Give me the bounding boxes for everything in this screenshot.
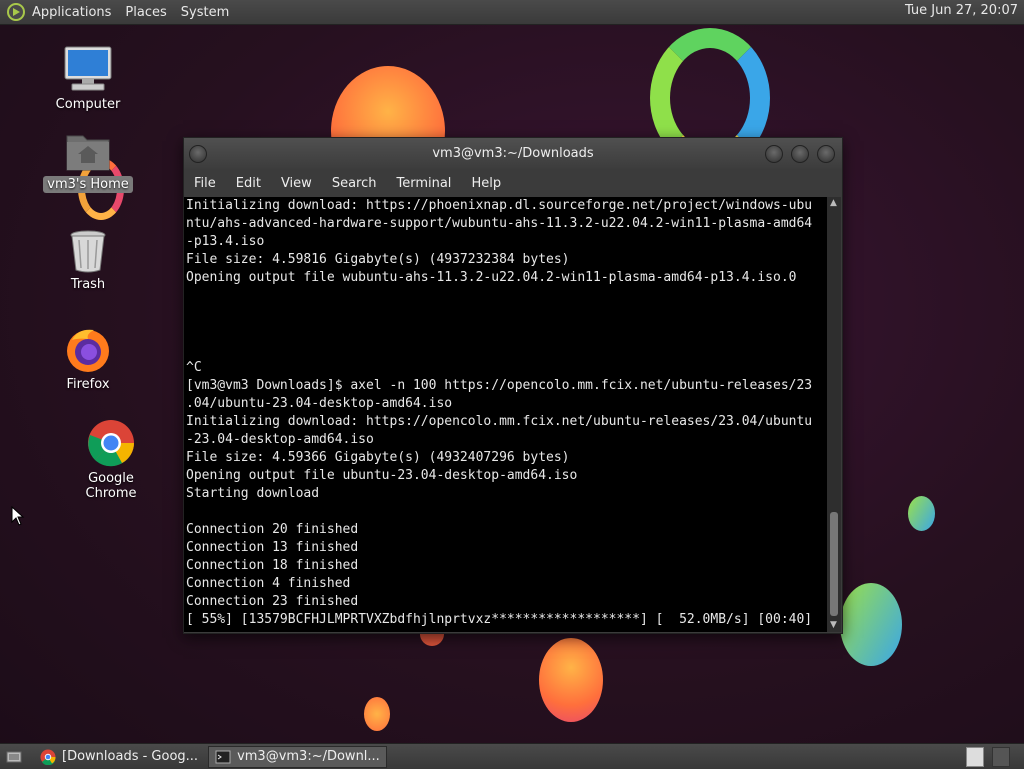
terminal-menubar: File Edit View Search Terminal Help bbox=[184, 169, 842, 197]
task-button-terminal[interactable]: vm3@vm3:~/Downl... bbox=[208, 745, 387, 768]
terminal-line: -p13.4.iso bbox=[186, 234, 265, 249]
terminal-line: Opening output file ubuntu-23.04-desktop… bbox=[186, 468, 578, 483]
menu-edit[interactable]: Edit bbox=[236, 176, 261, 191]
scroll-down-arrow-icon[interactable]: ▼ bbox=[830, 620, 837, 630]
terminal-line: .04/ubuntu-23.04-desktop-amd64.iso bbox=[186, 396, 453, 411]
maximize-button[interactable] bbox=[791, 145, 809, 163]
wallpaper-blob bbox=[539, 638, 603, 722]
desktop-icon-home[interactable]: vm3's Home bbox=[40, 128, 136, 193]
chrome-icon bbox=[88, 420, 134, 467]
trash-icon bbox=[70, 230, 106, 273]
terminal-icon bbox=[215, 750, 231, 763]
top-panel: Applications Places System Tue Jun 27, 2… bbox=[0, 0, 1024, 25]
terminal-line: Starting download bbox=[186, 486, 320, 501]
app-menu-logo-icon[interactable] bbox=[6, 2, 26, 22]
menu-applications[interactable]: Applications bbox=[32, 5, 111, 20]
window-menu-button[interactable] bbox=[189, 145, 207, 163]
terminal-output[interactable]: Initializing download: https://phoenixna… bbox=[184, 197, 827, 632]
terminal-window[interactable]: vm3@vm3:~/Downloads File Edit View Searc… bbox=[183, 137, 843, 634]
menu-places[interactable]: Places bbox=[125, 5, 166, 20]
menu-terminal[interactable]: Terminal bbox=[396, 176, 451, 191]
menu-system[interactable]: System bbox=[181, 5, 229, 20]
terminal-line: Connection 23 finished bbox=[186, 594, 359, 609]
task-label: [Downloads - Goog... bbox=[62, 749, 199, 764]
terminal-line: [vm3@vm3 Downloads]$ axel -n 100 https:/… bbox=[186, 378, 813, 393]
terminal-line: Connection 20 finished bbox=[186, 522, 359, 537]
task-button-chrome[interactable]: [Downloads - Goog... bbox=[34, 746, 204, 768]
show-desktop-icon[interactable] bbox=[6, 749, 22, 765]
terminal-line: Initializing download: https://phoenixna… bbox=[186, 198, 813, 213]
home-folder-icon bbox=[66, 135, 110, 171]
taskbar: [Downloads - Goog... vm3@vm3:~/Downl... bbox=[0, 743, 1024, 769]
desktop-icon-label: Computer bbox=[55, 97, 121, 112]
close-button[interactable] bbox=[817, 145, 835, 163]
desktop-icon-trash[interactable]: Trash bbox=[40, 228, 136, 293]
terminal-line: ntu/ahs-advanced-hardware-support/wubunt… bbox=[186, 216, 813, 231]
desktop-icon-label: Firefox bbox=[66, 377, 110, 392]
desktop-icon-firefox[interactable]: Firefox bbox=[40, 326, 136, 393]
terminal-line: Connection 13 finished bbox=[186, 540, 359, 555]
task-label: vm3@vm3:~/Downl... bbox=[237, 749, 380, 764]
window-title: vm3@vm3:~/Downloads bbox=[432, 146, 594, 161]
firefox-icon bbox=[67, 329, 109, 372]
workspace-1-button[interactable] bbox=[966, 747, 984, 767]
terminal-titlebar[interactable]: vm3@vm3:~/Downloads bbox=[184, 138, 842, 169]
terminal-line: File size: 4.59816 Gigabyte(s) (49372323… bbox=[186, 252, 570, 267]
panel-clock[interactable]: Tue Jun 27, 20:07 bbox=[905, 3, 1018, 18]
terminal-line: Opening output file wubuntu-ahs-11.3.2-u… bbox=[186, 270, 797, 285]
terminal-line: [ 55%] [13579BCFHJLMPRTVXZbdfhjlnprtvxz*… bbox=[186, 612, 813, 627]
wallpaper-blob bbox=[840, 583, 902, 666]
scrollbar-thumb[interactable] bbox=[830, 512, 838, 616]
menu-search[interactable]: Search bbox=[332, 176, 377, 191]
menu-file[interactable]: File bbox=[194, 176, 216, 191]
terminal-line: ^C bbox=[186, 360, 202, 375]
terminal-line: -23.04-desktop-amd64.iso bbox=[186, 432, 374, 447]
terminal-line: File size: 4.59366 Gigabyte(s) (49324072… bbox=[186, 450, 570, 465]
wallpaper-blob bbox=[908, 496, 935, 531]
mouse-cursor-icon bbox=[11, 506, 25, 526]
desktop-icon-chrome[interactable]: Google Chrome bbox=[62, 418, 160, 502]
wallpaper-blob bbox=[364, 697, 390, 731]
minimize-button[interactable] bbox=[765, 145, 783, 163]
terminal-line: Initializing download: https://opencolo.… bbox=[186, 414, 813, 429]
menu-help[interactable]: Help bbox=[471, 176, 501, 191]
scroll-up-arrow-icon[interactable]: ▲ bbox=[830, 198, 837, 208]
menu-view[interactable]: View bbox=[281, 176, 312, 191]
desktop-icon-label: vm3's Home bbox=[43, 176, 133, 193]
terminal-line: Connection 18 finished bbox=[186, 558, 359, 573]
terminal-line: Connection 4 finished bbox=[186, 576, 351, 591]
desktop-icon-label: Trash bbox=[70, 277, 106, 292]
terminal-scrollbar[interactable]: ▲ ▼ bbox=[827, 197, 841, 632]
desktop-icon-label: Google Chrome bbox=[85, 471, 137, 501]
computer-icon bbox=[64, 46, 112, 91]
desktop-icon-computer[interactable]: Computer bbox=[40, 44, 136, 113]
chrome-icon bbox=[40, 749, 56, 765]
workspace-2-button[interactable] bbox=[992, 747, 1010, 767]
